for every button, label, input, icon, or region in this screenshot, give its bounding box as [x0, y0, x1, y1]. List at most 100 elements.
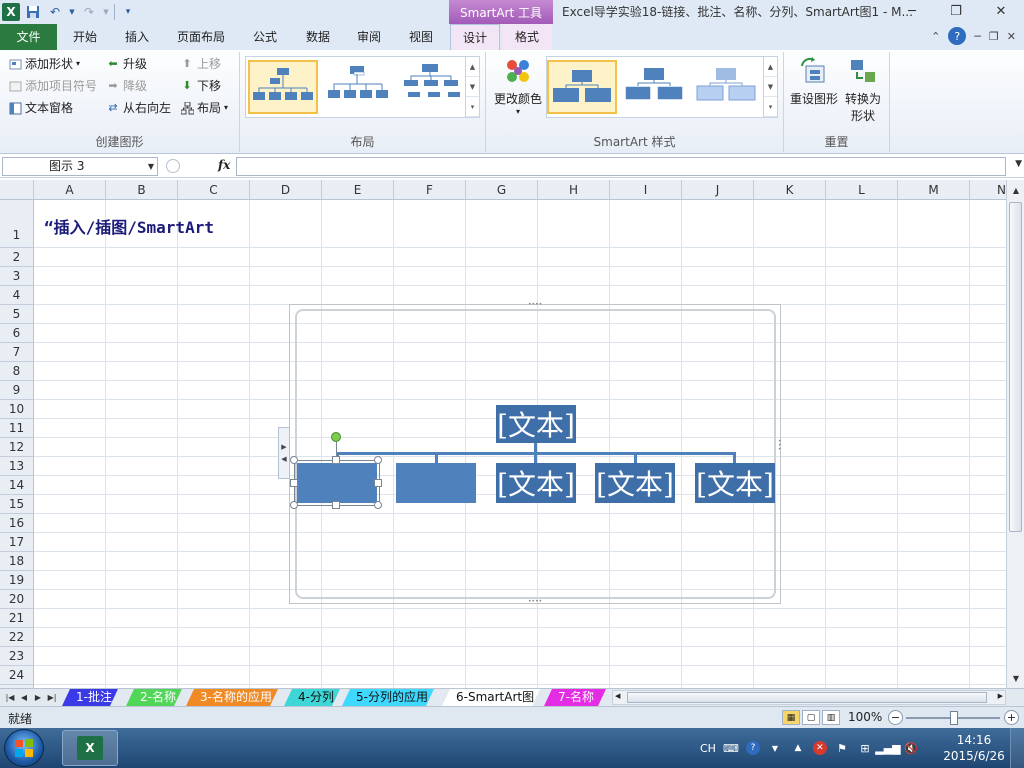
resize-handle[interactable]	[290, 501, 298, 509]
column-header[interactable]: M	[898, 180, 970, 200]
volume-muted-icon[interactable]: 🔇	[903, 740, 919, 756]
column-header[interactable]: L	[826, 180, 898, 200]
tab-data[interactable]: 数据	[296, 24, 340, 50]
sheet-tab-4[interactable]: 4-分列	[284, 689, 340, 706]
text-pane-toggle[interactable]: ▶ ◀	[278, 427, 290, 479]
sheet-tab-5[interactable]: 5-分列的应用	[342, 689, 434, 706]
sheet-tab-7[interactable]: 7-名称	[544, 689, 606, 706]
last-sheet-icon[interactable]: ▶|	[46, 690, 58, 705]
close-icon[interactable]: ✕	[978, 0, 1024, 22]
text-pane-button[interactable]: 文本窗格	[8, 98, 73, 118]
redo-icon[interactable]: ↷	[80, 3, 98, 21]
restore-icon[interactable]: ❐	[934, 0, 978, 22]
row-header[interactable]: 7	[0, 343, 33, 362]
demote-button[interactable]: ➡ 降级	[106, 76, 147, 96]
row-header[interactable]: 11	[0, 419, 33, 438]
smartart-child-node[interactable]	[396, 463, 476, 503]
sheet-tab-1[interactable]: 1-批注	[62, 689, 118, 706]
row-header[interactable]: 15	[0, 495, 33, 514]
sheet-tab-3[interactable]: 3-名称的应用	[186, 689, 278, 706]
add-shape-button[interactable]: 添加形状 ▾	[8, 54, 80, 74]
show-hidden-icons[interactable]: ▲	[790, 740, 806, 756]
right-to-left-button[interactable]: ⇄ 从右向左	[106, 98, 171, 118]
system-clock[interactable]: 14:16 2015/6/26	[942, 732, 1006, 764]
smartart-top-node[interactable]: [文本]	[496, 405, 576, 443]
layout-option-name-title[interactable]	[324, 60, 394, 114]
page-break-view-icon[interactable]: ▥	[822, 710, 840, 725]
row-header[interactable]: 3	[0, 267, 33, 286]
scroll-left-icon[interactable]: ◀	[615, 692, 620, 700]
ime-indicator[interactable]: CH	[700, 742, 716, 755]
save-icon[interactable]	[24, 3, 42, 21]
minimize-ribbon-icon[interactable]: ⌃	[931, 30, 940, 43]
smartart-child-node[interactable]: [文本]	[496, 463, 576, 503]
layout-option-org-chart[interactable]	[248, 60, 318, 114]
sheet-tab-2[interactable]: 2-名称	[126, 689, 182, 706]
vertical-scrollbar[interactable]: ▲ ▼	[1006, 180, 1024, 688]
tab-view[interactable]: 视图	[399, 24, 443, 50]
move-up-button[interactable]: ⬆ 上移	[180, 54, 221, 74]
workbook-restore-icon[interactable]: ❐	[989, 30, 999, 43]
style-option-simple[interactable]	[547, 60, 617, 114]
smartart-child-node[interactable]: [文本]	[595, 463, 675, 503]
zoom-out-icon[interactable]: −	[888, 710, 903, 725]
column-header[interactable]: D	[250, 180, 322, 200]
excel-logo-icon[interactable]: X	[2, 3, 20, 21]
layout-option-hierarchy[interactable]	[398, 60, 468, 114]
row-header[interactable]: 4	[0, 286, 33, 305]
taskbar-excel-button[interactable]: X	[62, 730, 118, 766]
help-icon[interactable]: ?	[948, 27, 967, 45]
tab-format[interactable]: 格式	[502, 24, 552, 50]
promote-button[interactable]: ⬅ 升级	[106, 54, 147, 74]
row-header[interactable]: 1	[0, 200, 33, 248]
row-header[interactable]: 5	[0, 305, 33, 324]
rotation-handle[interactable]	[331, 432, 341, 442]
frame-grip-bottom-icon[interactable]: ••••	[528, 598, 542, 605]
tab-page-layout[interactable]: 页面布局	[170, 24, 232, 50]
row-header[interactable]: 12	[0, 438, 33, 457]
tab-insert[interactable]: 插入	[115, 24, 159, 50]
smartart-child-node[interactable]: [文本]	[695, 463, 775, 503]
column-header[interactable]: E	[322, 180, 394, 200]
workbook-close-icon[interactable]: ✕	[1007, 30, 1016, 43]
tab-design[interactable]: 设计	[450, 24, 500, 50]
reset-graphic-button[interactable]: 重设图形	[788, 56, 840, 107]
column-header[interactable]: K	[754, 180, 826, 200]
zoom-level[interactable]: 100%	[848, 710, 882, 724]
row-header[interactable]: 20	[0, 590, 33, 609]
redo-dropdown-icon[interactable]: ▼	[102, 3, 110, 21]
name-box[interactable]: 图示 3 ▼	[2, 157, 158, 176]
sheet-tab-6[interactable]: 6-SmartArt图	[442, 689, 540, 706]
row-header[interactable]: 6	[0, 324, 33, 343]
layout-button[interactable]: 布局 ▾	[180, 98, 228, 118]
resize-handle[interactable]	[374, 456, 382, 464]
page-layout-view-icon[interactable]: ▢	[802, 710, 820, 725]
resize-handle[interactable]	[332, 456, 340, 464]
style-option-subtle[interactable]	[693, 60, 763, 114]
workbook-minimize-icon[interactable]: ─	[974, 30, 981, 43]
keyboard-icon[interactable]: ⌨	[723, 740, 739, 756]
column-header[interactable]: N	[970, 180, 1008, 200]
tray-dropdown-icon[interactable]: ▼	[767, 740, 783, 756]
resize-handle[interactable]	[332, 501, 340, 509]
expand-formula-bar-icon[interactable]: ▼	[1015, 159, 1022, 169]
scroll-up-icon[interactable]: ▲	[1008, 182, 1024, 198]
undo-icon[interactable]: ↶	[46, 3, 64, 21]
row-header[interactable]: 14	[0, 476, 33, 495]
vertical-scroll-thumb[interactable]	[1009, 202, 1022, 532]
name-box-dropdown-icon[interactable]: ▼	[148, 158, 154, 175]
start-button[interactable]	[4, 729, 44, 767]
windows-flag-icon[interactable]: ⊞	[857, 740, 873, 756]
horizontal-scroll-thumb[interactable]	[627, 692, 987, 703]
column-header[interactable]: A	[34, 180, 106, 200]
add-bullet-button[interactable]: 添加项目符号	[8, 76, 97, 96]
prev-sheet-icon[interactable]: ◀	[18, 690, 30, 705]
network-icon[interactable]: ▂▄▆	[875, 740, 900, 756]
help-tray-icon[interactable]: ?	[745, 741, 760, 755]
minimize-icon[interactable]: ─	[890, 0, 934, 22]
change-colors-button[interactable]: 更改颜色 ▾	[490, 56, 546, 116]
row-header[interactable]: 2	[0, 248, 33, 267]
frame-grip-top-icon[interactable]: ••••	[528, 301, 542, 308]
row-header[interactable]: 8	[0, 362, 33, 381]
gallery-up-icon[interactable]: ▲	[466, 57, 479, 77]
